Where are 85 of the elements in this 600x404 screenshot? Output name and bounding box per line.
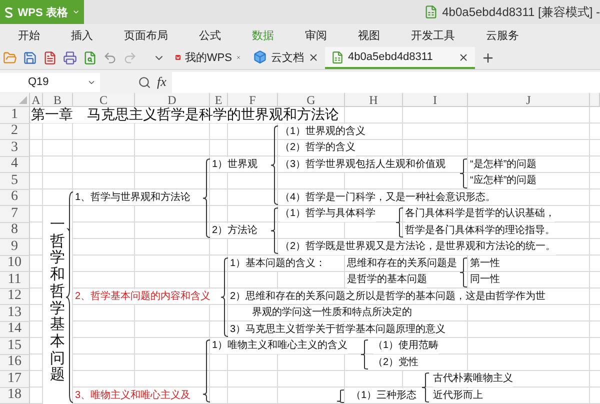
row-header[interactable]: 11 — [0, 272, 30, 288]
save-icon[interactable] — [23, 51, 37, 66]
row-header[interactable]: 13 — [0, 305, 30, 322]
row-header[interactable]: 16 — [0, 354, 30, 371]
curly-brace-icon — [66, 192, 73, 402]
column-header[interactable]: A — [30, 93, 43, 107]
cell-text: 1、哲学与世界观和方法论 — [75, 190, 191, 205]
cell-text: 界观的学问这一性质和特点所决定的 — [252, 305, 412, 320]
sheet-title: 第一章 马克思主义哲学是科学的世界观和方法论 — [31, 107, 339, 122]
cell-text: 2）方法论 — [212, 222, 258, 238]
cell-text: 2）思维和存在的关系问题之所以是哲学的基本问题，这是由哲学作为世 — [230, 288, 546, 304]
search-icon[interactable] — [138, 76, 151, 89]
undo-icon[interactable] — [103, 51, 117, 66]
open-icon[interactable] — [3, 51, 17, 66]
menu-tab[interactable]: 插入 — [71, 28, 93, 44]
row-header[interactable]: 4 — [0, 156, 30, 173]
row-header[interactable]: 7 — [0, 206, 30, 222]
curly-brace-icon — [460, 158, 467, 188]
cell-text: “是怎样”的问题 — [470, 156, 537, 172]
curly-brace-icon — [361, 340, 368, 369]
document-tab[interactable]: 我的WPS — [169, 47, 247, 70]
print-icon[interactable] — [63, 51, 77, 66]
name-box[interactable]: Q19 — [0, 72, 100, 92]
row-header[interactable]: 9 — [0, 239, 30, 256]
column-header[interactable]: J — [468, 93, 590, 107]
menu-tab[interactable]: 开发工具 — [411, 28, 455, 44]
column-header[interactable]: F — [228, 93, 278, 107]
row-header[interactable]: 18 — [0, 388, 30, 404]
row-header[interactable]: 17 — [0, 371, 30, 388]
export-pdf-icon[interactable] — [43, 51, 57, 66]
row-header[interactable]: 6 — [0, 190, 30, 206]
cell-text: 3、唯物主义和唯心主义及 — [75, 388, 191, 403]
preview-icon[interactable] — [83, 51, 97, 66]
column-header[interactable]: G — [278, 93, 345, 107]
cell-text: 是哲学的基本问题 — [347, 272, 427, 288]
formula-input[interactable] — [172, 72, 600, 93]
curly-brace-icon — [203, 340, 210, 402]
column-header[interactable]: E — [210, 93, 228, 107]
menu-tab[interactable]: 审阅 — [305, 28, 327, 44]
cube-icon — [253, 50, 267, 64]
column-header[interactable]: D — [135, 93, 210, 107]
document-tab[interactable]: 云文档 — [247, 47, 325, 70]
cell-text: 1）世界观 — [212, 156, 258, 172]
column-header[interactable]: H — [345, 93, 403, 107]
column-header[interactable]: C — [73, 93, 135, 107]
menu-tab[interactable]: 页面布局 — [124, 28, 168, 44]
row-header[interactable]: 5 — [0, 173, 30, 190]
close-icon[interactable] — [458, 52, 469, 63]
spreadsheet-icon — [424, 5, 438, 19]
cell-text: 1）唯物主义和唯心主义的含义 — [212, 338, 348, 354]
document-tab[interactable]: 4b0a5ebd4d8311 — [325, 47, 475, 70]
cell-text: 3）马克思主义哲学关于哲学基本问题原理的意义 — [230, 322, 446, 337]
cell-text: 古代朴素唯物主义 — [433, 371, 513, 386]
curly-brace-icon — [203, 158, 210, 237]
cell-text: 思维和存在的关系问题是 — [347, 256, 457, 271]
row-header[interactable]: 10 — [0, 256, 30, 272]
column-header[interactable]: B — [43, 93, 73, 107]
curly-brace-icon — [460, 258, 467, 286]
curly-brace-icon — [396, 208, 403, 237]
menu-tab[interactable]: 云服务 — [486, 28, 519, 44]
row-header[interactable]: 15 — [0, 338, 30, 354]
menu-tab[interactable]: 开始 — [18, 28, 40, 44]
cell-text: 2、哲学基本问题的内容和含义 — [75, 288, 211, 304]
function-label[interactable]: fx — [157, 74, 166, 90]
row-header[interactable]: 8 — [0, 222, 30, 239]
column-header[interactable]: I — [403, 93, 468, 107]
curly-brace-icon — [221, 258, 228, 336]
row-header[interactable]: 12 — [0, 288, 30, 305]
menu-tab[interactable]: 视图 — [358, 28, 380, 44]
triangle-icon — [19, 96, 27, 104]
window-title: 4b0a5ebd4d8311 [兼容模式] - — [442, 4, 600, 20]
row-header[interactable]: 2 — [0, 124, 30, 140]
curly-brace-icon — [422, 373, 429, 402]
menu-tab[interactable]: 公式 — [199, 28, 221, 44]
row-header[interactable]: 14 — [0, 322, 30, 338]
row-header[interactable]: 3 — [0, 140, 30, 156]
logo-icon — [4, 6, 14, 18]
curly-brace-icon — [271, 208, 278, 254]
cell-text: 近代形而上 — [433, 388, 483, 403]
spreadsheet-icon — [331, 50, 344, 64]
add-tab-icon[interactable] — [481, 51, 495, 66]
curly-brace-icon — [337, 390, 344, 402]
close-icon[interactable] — [308, 52, 319, 63]
row-header[interactable]: 1 — [0, 107, 30, 124]
curly-brace-icon — [271, 126, 278, 204]
